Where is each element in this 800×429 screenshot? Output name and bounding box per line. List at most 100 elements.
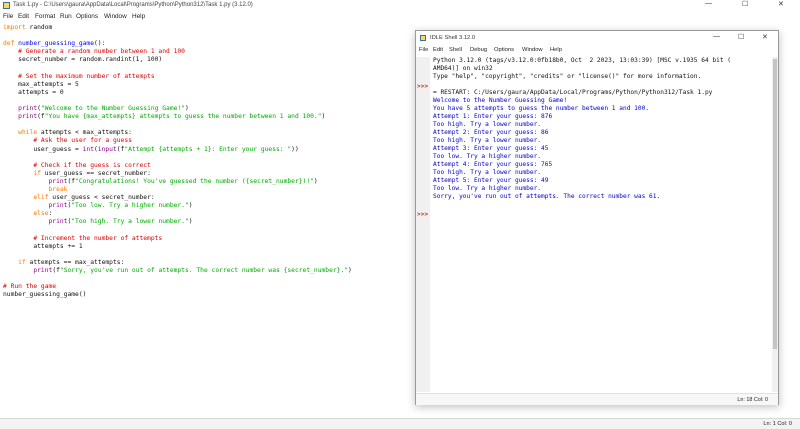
shell-menu-window[interactable]: Window [522, 47, 543, 53]
shell-maximize-button[interactable]: ☐ [738, 33, 744, 41]
code-line: else: [3, 210, 52, 218]
code-line: print("Too low. Try a higher number.") [3, 202, 193, 210]
code-token: ) [188, 202, 193, 210]
shell-line: Type "help", "copyright", "credits" or "… [433, 73, 702, 80]
cursor-position: Ln: 1 Col: 0 [763, 421, 792, 427]
code-line: while attempts < max_attempts: [3, 129, 132, 137]
code-token: "Attempt {attempts + 1}: Enter your gues… [124, 145, 292, 153]
editor-status-bar: Ln: 1 Col: 0 [0, 418, 800, 429]
code-token: "Welcome to the Number Guessing Game!" [40, 105, 185, 112]
code-line: attempts = 0 [3, 89, 64, 97]
code-token: print [48, 202, 68, 210]
code-token: print [48, 218, 68, 226]
shell-menu-debug[interactable]: Debug [470, 47, 487, 53]
menu-file[interactable]: File [3, 13, 13, 20]
shell-title: IDLE Shell 3.12.0 [430, 35, 476, 41]
shell-menu-help[interactable]: Help [550, 47, 562, 53]
menu-edit[interactable]: Edit [18, 13, 29, 20]
code-line: def number_guessing_game(): [3, 40, 105, 48]
code-token: # Ask the user for a guess [3, 137, 132, 145]
shell-prompt-gutter: >>> >>> [416, 57, 430, 392]
code-token: number_guessing_game [18, 40, 94, 48]
code-token: if [33, 169, 41, 177]
code-token: input [97, 145, 117, 153]
code-token: ) [348, 267, 352, 274]
code-token: # Increment the number of attempts [3, 234, 163, 242]
code-line: attempts += 1 [3, 242, 83, 251]
code-token: max_attempts = 5 [3, 80, 79, 88]
shell-menu-file[interactable]: File [419, 47, 428, 53]
menu-help[interactable]: Help [132, 13, 145, 20]
code-line: # Run the game [3, 283, 56, 291]
shell-output[interactable]: Python 3.12.0 (tags/v3.12.0:0fb18b0, Oct… [433, 57, 773, 392]
shell-line: AMD64)] on win32 [433, 65, 493, 72]
code-token: print [33, 267, 53, 274]
menu-run[interactable]: Run [60, 13, 72, 20]
scrollbar-thumb[interactable] [773, 59, 777, 349]
python-shell-icon [420, 35, 426, 41]
code-token: attempts = 0 [3, 88, 64, 96]
code-token: print [48, 177, 68, 185]
code-token: attempts == max_attempts: [25, 258, 125, 266]
shell-line: Attempt 2: Enter your guess: 86 [433, 129, 549, 136]
minimize-button[interactable]: — [705, 0, 712, 7]
code-token: if [18, 258, 26, 266]
code-line: number_guessing_game() [3, 291, 86, 299]
code-token: # Check if the guess is correct [3, 161, 151, 169]
shell-menu-shell[interactable]: Shell [449, 47, 462, 53]
code-line: # Ask the user for a guess [3, 137, 132, 145]
code-line: if attempts == max_attempts: [3, 259, 124, 267]
close-button[interactable]: ✕ [778, 0, 784, 8]
code-line: import random [3, 24, 52, 32]
shell-line: Too high. Try a lower number. [433, 121, 542, 128]
code-line: max_attempts = 5 [3, 81, 79, 89]
code-token: # Run the game [3, 283, 57, 291]
code-token: while [18, 129, 38, 137]
shell-close-button[interactable]: ✕ [762, 33, 768, 41]
code-line: # Set the maximum number of attempts [3, 73, 155, 81]
code-token: int [82, 145, 94, 153]
shell-menu-options[interactable]: Options [494, 47, 514, 53]
code-token: elif [33, 194, 49, 202]
code-token: import [3, 24, 26, 31]
code-line: print("Welcome to the Number Guessing Ga… [3, 105, 189, 113]
code-token: print [18, 105, 38, 112]
code-line: elif user_guess < secret_number: [3, 194, 154, 202]
menu-options[interactable]: Options [76, 13, 98, 20]
menu-format[interactable]: Format [35, 13, 55, 20]
shell-line: = RESTART: C:/Users/gaura/AppData/Local/… [433, 89, 713, 96]
code-token: print [18, 113, 38, 121]
code-token: (f [52, 267, 60, 274]
shell-line: Attempt 5: Enter your guess: 49 [433, 177, 549, 184]
code-token: (f [67, 177, 76, 185]
code-token: (f [37, 113, 45, 121]
window-title: Task 1.py - C:\Users\gaura\AppData\Local… [13, 2, 253, 8]
maximize-button[interactable]: ☐ [742, 0, 748, 8]
code-token: attempts < max_attempts: [37, 129, 132, 137]
code-token: def [3, 40, 19, 48]
menu-window[interactable]: Window [104, 13, 127, 20]
code-token: )) [291, 145, 299, 153]
shell-line: Too high. Try a lower number. [433, 169, 542, 176]
code-line: # Check if the guess is correct [3, 162, 151, 170]
python-file-icon [3, 2, 10, 9]
code-line: user_guess = int(input(f"Attempt {attemp… [3, 145, 299, 154]
code-token: number_guessing_game() [3, 291, 87, 299]
code-token: : [48, 210, 53, 218]
code-line: print(f"Sorry, you've run out of attempt… [3, 267, 352, 275]
shell-scrollbar[interactable] [772, 57, 778, 392]
code-token: else [33, 210, 49, 218]
shell-menu-edit[interactable]: Edit [433, 47, 443, 53]
code-line: secret_number = random.randint(1, 100) [3, 56, 162, 64]
code-token: attempts += 1 [3, 242, 83, 250]
code-token: ) [313, 177, 318, 185]
code-token: # Set the maximum number of attempts [3, 72, 155, 80]
shell-minimize-button[interactable]: — [713, 33, 720, 40]
